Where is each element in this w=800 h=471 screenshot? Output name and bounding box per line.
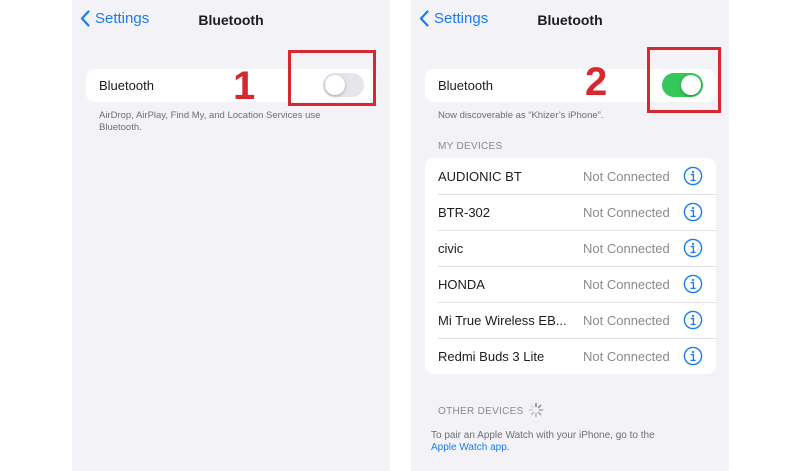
callout-box-2 xyxy=(647,47,721,113)
page-title: Bluetooth xyxy=(537,12,603,28)
info-icon[interactable] xyxy=(683,274,703,294)
device-name: Mi True Wireless EB... xyxy=(438,312,567,328)
device-name: civic xyxy=(438,240,464,256)
apple-watch-note: To pair an Apple Watch with your iPhone,… xyxy=(431,430,655,454)
device-status: Not Connected xyxy=(583,168,670,184)
callout-box-1 xyxy=(288,50,376,106)
bluetooth-label: Bluetooth xyxy=(99,78,154,93)
bluetooth-footnote: AirDrop, AirPlay, Find My, and Location … xyxy=(99,110,320,134)
device-name: AUDIONIC BT xyxy=(438,168,522,184)
info-icon[interactable] xyxy=(683,202,703,222)
device-row[interactable]: BTR-302 Not Connected xyxy=(425,194,716,230)
page-title: Bluetooth xyxy=(198,12,264,28)
bluetooth-label: Bluetooth xyxy=(438,78,493,93)
footnote-line-1: AirDrop, AirPlay, Find My, and Location … xyxy=(99,110,321,121)
info-icon[interactable] xyxy=(683,346,703,366)
apple-watch-link[interactable]: Apple Watch app. xyxy=(431,442,655,454)
apple-watch-note-text: To pair an Apple Watch with your iPhone,… xyxy=(431,430,655,441)
device-name: HONDA xyxy=(438,276,485,292)
my-devices-header: MY DEVICES xyxy=(438,141,503,152)
other-devices-header: OTHER DEVICES xyxy=(438,406,524,417)
device-status: Not Connected xyxy=(583,204,670,220)
footnote-line-2: Bluetooth. xyxy=(99,122,142,133)
info-icon[interactable] xyxy=(683,238,703,258)
device-row[interactable]: civic Not Connected xyxy=(425,230,716,266)
device-row[interactable]: Redmi Buds 3 Lite Not Connected xyxy=(425,338,716,374)
callout-number-2: 2 xyxy=(585,60,608,104)
loading-spinner-icon xyxy=(528,402,544,418)
info-icon[interactable] xyxy=(683,310,703,330)
device-name: BTR-302 xyxy=(438,204,491,220)
device-row[interactable]: Mi True Wireless EB... Not Connected xyxy=(425,302,716,338)
callout-number-1: 1 xyxy=(233,64,256,108)
device-status: Not Connected xyxy=(583,312,670,328)
device-row[interactable]: AUDIONIC BT Not Connected xyxy=(425,158,716,194)
discoverable-note: Now discoverable as “Khizer’s iPhone”. xyxy=(438,110,604,121)
device-status: Not Connected xyxy=(583,276,670,292)
device-status: Not Connected xyxy=(583,240,670,256)
device-status: Not Connected xyxy=(583,348,670,364)
my-devices-list: AUDIONIC BT Not Connected BTR-302 Not Co… xyxy=(425,158,716,374)
device-name: Redmi Buds 3 Lite xyxy=(438,348,545,364)
info-icon[interactable] xyxy=(683,166,703,186)
device-row[interactable]: HONDA Not Connected xyxy=(425,266,716,302)
